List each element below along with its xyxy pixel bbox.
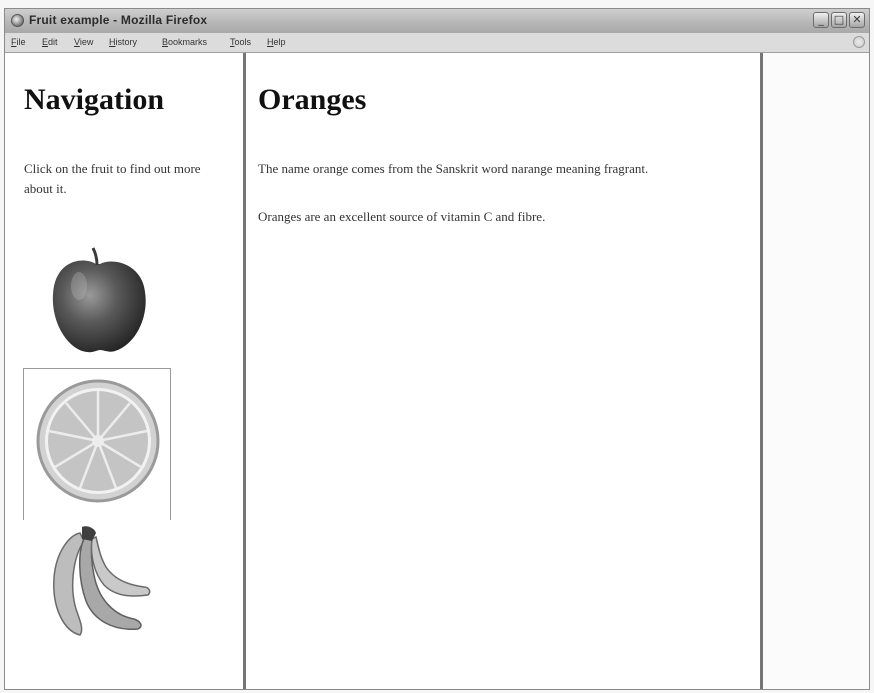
banana-bunch-image bbox=[53, 526, 151, 636]
page-content: Navigation Click on the fruit to find ou… bbox=[5, 53, 869, 689]
navigation-frame: Navigation Click on the fruit to find ou… bbox=[5, 53, 246, 689]
menu-bookmarks[interactable]: Bookmarks bbox=[162, 37, 207, 47]
menu-tools-label: ools bbox=[234, 37, 252, 47]
menu-history[interactable]: History bbox=[109, 37, 137, 47]
menu-file[interactable]: File bbox=[11, 37, 26, 47]
menu-bar: File Edit View History Bookmarks Tools H… bbox=[5, 33, 869, 53]
right-frame bbox=[763, 53, 869, 689]
apple-link[interactable] bbox=[43, 246, 153, 358]
menu-tools[interactable]: Tools bbox=[230, 37, 251, 47]
menu-bookmarks-label: ookmarks bbox=[168, 37, 208, 47]
menu-help-label: elp bbox=[273, 37, 286, 47]
orange-link[interactable] bbox=[23, 368, 171, 520]
menu-edit-label: dit bbox=[48, 37, 58, 47]
apple-image bbox=[52, 247, 146, 353]
paragraph-orange-nutrition: Oranges are an excellent source of vitam… bbox=[258, 209, 546, 224]
minimize-button[interactable]: _ bbox=[813, 12, 829, 28]
main-frame: Oranges The name orange comes from the S… bbox=[246, 53, 763, 689]
maximize-button[interactable]: □ bbox=[831, 12, 847, 28]
firefox-globe-icon bbox=[11, 14, 24, 27]
banana-link[interactable] bbox=[40, 523, 158, 643]
menu-view-label: iew bbox=[79, 37, 94, 47]
menu-view[interactable]: View bbox=[74, 37, 93, 47]
title-bar[interactable]: Fruit example - Mozilla Firefox _ □ ✕ bbox=[5, 9, 869, 34]
menu-history-label: istory bbox=[115, 37, 138, 47]
browser-window: Fruit example - Mozilla Firefox _ □ ✕ Fi… bbox=[4, 8, 870, 690]
window-title: Fruit example - Mozilla Firefox bbox=[29, 13, 208, 27]
paragraph-orange-name: The name orange comes from the Sanskrit … bbox=[258, 161, 649, 176]
navigation-instructions: Click on the fruit to find out more abou… bbox=[24, 161, 201, 196]
menu-file-label: ile bbox=[16, 37, 26, 47]
close-button[interactable]: ✕ bbox=[849, 12, 865, 28]
menu-edit[interactable]: Edit bbox=[42, 37, 58, 47]
throbber-icon bbox=[853, 36, 865, 48]
page-title: Oranges bbox=[258, 83, 367, 116]
navigation-heading: Navigation bbox=[24, 83, 165, 116]
menu-help[interactable]: Help bbox=[267, 37, 286, 47]
orange-slice-image bbox=[36, 379, 160, 503]
